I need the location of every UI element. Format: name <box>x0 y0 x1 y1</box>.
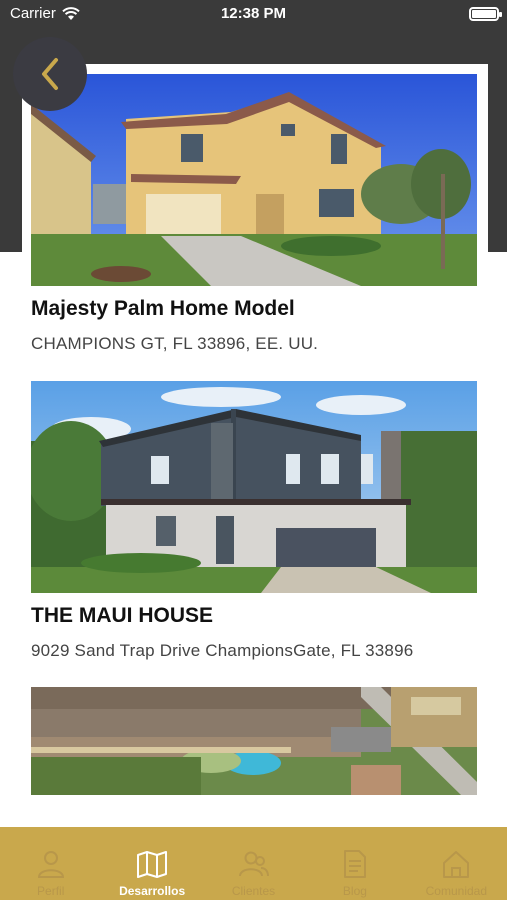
document-icon <box>338 847 372 881</box>
person-icon <box>34 847 68 881</box>
listing-photo-aerial[interactable] <box>31 687 477 795</box>
tab-comunidad[interactable]: Comunidad <box>406 827 507 900</box>
tab-blog[interactable]: Blog <box>304 827 405 900</box>
listing-title[interactable]: Majesty Palm Home Model <box>31 297 477 321</box>
tab-label: Perfil <box>37 884 65 898</box>
battery-icon <box>469 7 502 21</box>
tab-label: Comunidad <box>425 884 488 898</box>
map-icon <box>135 847 169 881</box>
listing-title[interactable]: THE MAUI HOUSE <box>31 604 477 628</box>
chevron-left-icon <box>42 58 58 90</box>
tab-perfil[interactable]: Perfil <box>0 827 101 900</box>
house-icon <box>439 847 473 881</box>
people-icon <box>237 847 271 881</box>
tab-clientes[interactable]: Clientes <box>203 827 304 900</box>
status-bar: Carrier 12:38 PM <box>0 0 507 28</box>
listing-photo-majesty-palm[interactable] <box>31 74 477 286</box>
listing-address: 9029 Sand Trap Drive ChampionsGate, FL 3… <box>31 641 414 660</box>
back-button[interactable] <box>13 37 87 111</box>
status-time: 12:38 PM <box>220 5 287 22</box>
tab-label: Clientes <box>231 884 276 898</box>
listing-photo-maui-house[interactable] <box>31 381 477 593</box>
tab-label: Desarrollos <box>119 884 186 898</box>
tab-label: Blog <box>342 884 367 898</box>
listing-address: CHAMPIONS GT, FL 33896, EE. UU. <box>31 334 319 353</box>
tab-desarrollos[interactable]: Desarrollos <box>101 827 202 900</box>
tab-bar: Perfil Desarrollos Clientes Blog Comunid… <box>0 827 507 900</box>
